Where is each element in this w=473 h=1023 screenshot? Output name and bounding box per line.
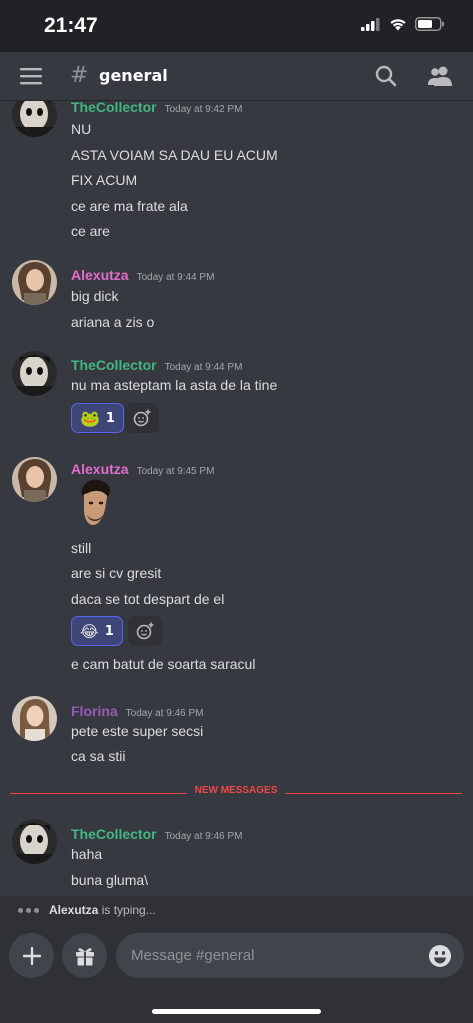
custom-emoji-sticker[interactable]	[76, 479, 114, 527]
author-name[interactable]: TheCollector	[71, 101, 157, 115]
hamburger-menu-icon[interactable]	[20, 67, 42, 85]
frog-emoji-icon: 🐸	[80, 408, 100, 428]
message-timestamp: Today at 9:45 PM	[136, 466, 215, 477]
author-name[interactable]: TheCollector	[71, 357, 157, 373]
search-icon[interactable]	[375, 65, 397, 87]
message-text: e cam batut de soarta saracul	[71, 656, 256, 672]
author-name[interactable]: Florina	[71, 703, 118, 719]
add-reaction-button[interactable]	[125, 403, 159, 433]
new-messages-divider: NEW MESSAGES	[10, 785, 462, 796]
home-indicator[interactable]	[152, 1009, 321, 1014]
message-text: ariana a zis o	[71, 314, 155, 330]
new-messages-label: NEW MESSAGES	[186, 785, 286, 796]
message-text: ASTA VOIAM SA DAU EU ACUM	[71, 147, 278, 163]
avatar[interactable]	[12, 696, 57, 741]
message-text: nu ma asteptam la asta de la tine	[71, 377, 278, 393]
message-timestamp: Today at 9:46 PM	[164, 831, 243, 842]
message-list[interactable]: TheCollector Today at 9:42 PM NU ASTA VOI…	[0, 101, 473, 896]
message-text: are si cv gresit	[71, 565, 162, 581]
avatar[interactable]	[12, 101, 57, 137]
message-input[interactable]	[116, 933, 464, 978]
message-text: daca se tot despart de el	[71, 591, 225, 607]
typing-user: Alexutza	[49, 903, 99, 917]
status-bar: 21:47	[0, 0, 473, 52]
reaction-count: 1	[104, 623, 114, 639]
battery-icon	[415, 17, 444, 31]
message-text: buna gluma\	[71, 872, 149, 888]
reaction-pill[interactable]: 🐸 1	[71, 403, 124, 433]
status-icons	[361, 17, 445, 31]
message-text: ce are ma frate ala	[71, 198, 188, 214]
reaction-pill[interactable]: 😂 1	[71, 616, 123, 646]
wifi-icon	[390, 18, 406, 30]
message-composer	[0, 924, 473, 1023]
author-name[interactable]: Alexutza	[71, 461, 129, 477]
message-timestamp: Today at 9:44 PM	[164, 362, 243, 373]
author-name[interactable]: TheCollector	[71, 826, 157, 842]
message-text: pete este super secsi	[71, 723, 204, 739]
message-text: still	[71, 540, 92, 556]
message-text: ce are	[71, 223, 110, 239]
typing-indicator: Alexutza is typing...	[0, 896, 473, 924]
add-reaction-icon	[136, 622, 154, 640]
author-name[interactable]: Alexutza	[71, 267, 129, 283]
laughing-emoji-icon: 😂	[80, 621, 99, 641]
message-author[interactable]: Alexutza Today at 9:45 PM	[71, 461, 214, 477]
reaction-count: 1	[105, 410, 115, 426]
message-text: big dick	[71, 288, 119, 304]
message-author[interactable]: TheCollector Today at 9:44 PM	[71, 357, 242, 373]
message-text: NU	[71, 121, 92, 137]
message-author[interactable]: Alexutza Today at 9:44 PM	[71, 267, 214, 283]
typing-text: Alexutza is typing...	[49, 903, 156, 917]
message-timestamp: Today at 9:42 PM	[164, 104, 243, 115]
message-text: ca sa stii	[71, 748, 126, 764]
channel-name[interactable]: general	[99, 66, 168, 85]
status-time: 21:47	[44, 14, 98, 37]
message-timestamp: Today at 9:44 PM	[136, 272, 215, 283]
typing-dots-icon	[18, 908, 39, 913]
typing-suffix: is typing...	[98, 903, 156, 917]
message-text: haha	[71, 846, 103, 862]
channel-hash-icon: #	[70, 63, 89, 88]
channel-header: # general	[0, 52, 473, 101]
add-attachment-button[interactable]	[9, 933, 54, 978]
message-author[interactable]: TheCollector Today at 9:46 PM	[71, 826, 242, 842]
add-reaction-button[interactable]	[128, 616, 162, 646]
avatar[interactable]	[12, 457, 57, 502]
message-author[interactable]: Florina Today at 9:46 PM	[71, 703, 204, 719]
message-timestamp: Today at 9:46 PM	[125, 708, 204, 719]
members-icon[interactable]	[427, 65, 453, 87]
avatar[interactable]	[12, 819, 57, 864]
signal-icon	[361, 17, 380, 31]
gift-icon	[75, 947, 94, 966]
message-text: FIX ACUM	[71, 172, 138, 188]
gift-button[interactable]	[62, 933, 107, 978]
emoji-picker-icon[interactable]	[428, 944, 452, 968]
add-reaction-icon	[133, 409, 151, 427]
message-author[interactable]: TheCollector Today at 9:42 PM	[71, 101, 242, 115]
plus-icon	[22, 946, 41, 965]
avatar[interactable]	[12, 260, 57, 305]
avatar[interactable]	[12, 351, 57, 396]
